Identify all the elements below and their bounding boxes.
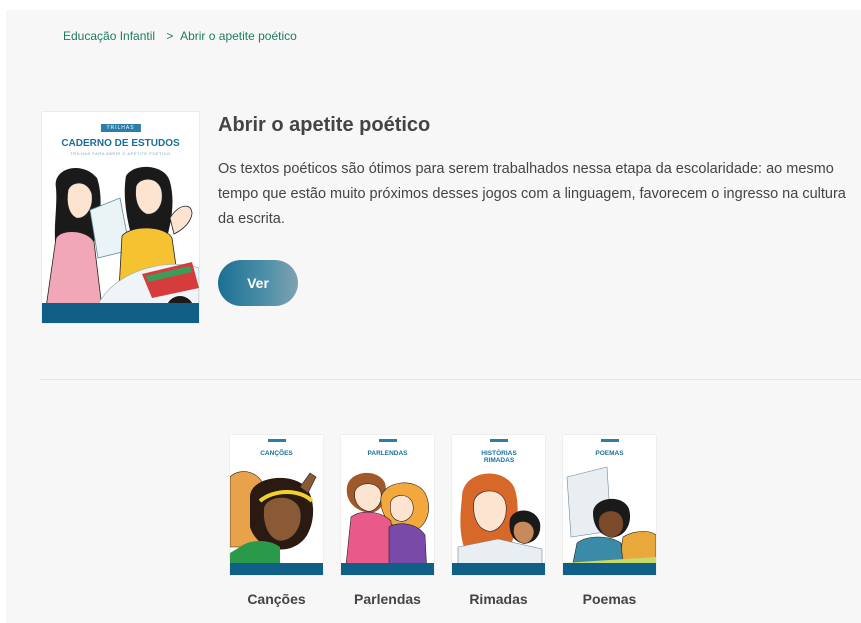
cover-subtitle: TRILHAS PARA ABRIR O APETITE POÉTICO bbox=[70, 151, 171, 156]
cover-bottom-band bbox=[452, 563, 545, 575]
book-illustration bbox=[563, 466, 656, 575]
book-label[interactable]: Rimadas bbox=[452, 591, 545, 607]
breadcrumb: Educação Infantil > Abrir o apetite poét… bbox=[63, 29, 297, 43]
book-label[interactable]: Poemas bbox=[563, 591, 656, 607]
book-illustration bbox=[230, 471, 317, 575]
hero-cover-image: TRILHAS CADERNO DE ESTUDOS TRILHAS PARA … bbox=[42, 112, 199, 323]
cover-tag bbox=[267, 439, 286, 442]
breadcrumb-link-educacao-infantil[interactable]: Educação Infantil bbox=[63, 29, 155, 43]
cover-bottom-band bbox=[230, 563, 323, 575]
book-item-parlendas[interactable]: PARLENDAS Parlendas bbox=[341, 435, 434, 607]
book-item-cancoes[interactable]: CANÇÕES Canções bbox=[230, 435, 323, 607]
page-title: Abrir o apetite poético bbox=[218, 114, 431, 136]
cover-illustration bbox=[45, 166, 199, 323]
book-illustration bbox=[344, 472, 429, 575]
book-cover-poemas[interactable]: POEMAS bbox=[563, 435, 656, 575]
section-divider bbox=[40, 379, 861, 380]
book-cover-parlendas[interactable]: PARLENDAS bbox=[341, 435, 434, 575]
book-cover-cancoes[interactable]: CANÇÕES bbox=[230, 435, 323, 575]
book-cover-rimadas[interactable]: HISTÓRIAS RIMADAS bbox=[452, 435, 545, 575]
breadcrumb-current: Abrir o apetite poético bbox=[180, 29, 297, 43]
cover-tag bbox=[600, 439, 619, 442]
book-label[interactable]: Canções bbox=[230, 591, 323, 607]
cover-tag bbox=[378, 439, 397, 442]
cover-bottom-band bbox=[563, 563, 656, 575]
book-illustration bbox=[457, 473, 543, 575]
ver-button[interactable]: Ver bbox=[218, 260, 298, 306]
page-description: Os textos poéticos são ótimos para serem… bbox=[218, 161, 846, 227]
cover-title: CADERNO DE ESTUDOS bbox=[61, 138, 180, 149]
cover-bottom-band bbox=[42, 303, 199, 323]
book-label[interactable]: Parlendas bbox=[341, 591, 434, 607]
cover-tag: TRILHAS bbox=[100, 124, 141, 132]
cover-bottom-band bbox=[341, 563, 434, 575]
cover-tag bbox=[489, 439, 508, 442]
breadcrumb-separator: > bbox=[166, 29, 174, 43]
book-item-poemas[interactable]: POEMAS Poemas bbox=[563, 435, 656, 607]
book-list: CANÇÕES Canções PARLENDAS Parlendas HIST… bbox=[230, 435, 670, 610]
page-background: Educação Infantil > Abrir o apetite poét… bbox=[6, 10, 861, 623]
book-item-rimadas[interactable]: HISTÓRIAS RIMADAS Rimadas bbox=[452, 435, 545, 607]
